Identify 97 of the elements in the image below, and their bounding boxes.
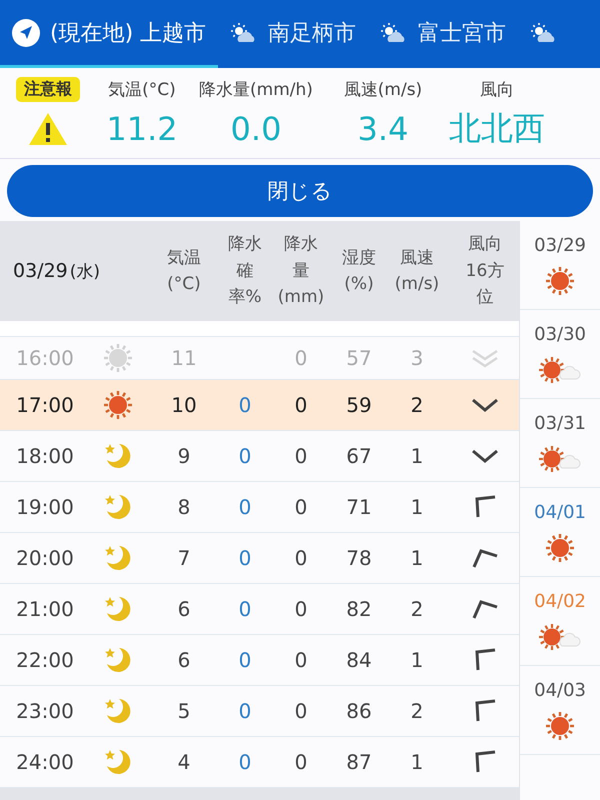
temperature-cell-text: 11	[170, 346, 198, 370]
temperature-cell-text: 5	[176, 699, 192, 723]
day-date: 03/29	[534, 234, 586, 256]
humidity-cell-text: 59	[345, 393, 373, 417]
wind-speed-cell-text: 1	[410, 444, 424, 468]
humidity-cell-text: 78	[345, 546, 373, 570]
day-date: 04/01	[534, 502, 586, 522]
time-cell-text: 22:00	[15, 648, 75, 672]
date-heading: 03/29(水)	[12, 259, 102, 284]
column-header: 気温 (°C)	[166, 246, 202, 296]
humidity-cell-text: 84	[345, 648, 373, 672]
precip-probability-cell-text: 0	[238, 393, 252, 417]
wind-speed-cell-text: 1	[410, 495, 424, 519]
precip-amount-cell-text: 0	[294, 750, 308, 774]
precip-amount-cell-text: 0	[294, 495, 308, 519]
summary-label: 風速(m/s)	[342, 78, 424, 102]
crescent-moon-icon	[103, 441, 133, 471]
time-cell-text: 24:00	[15, 750, 75, 774]
precip-probability-cell-text: 0	[238, 444, 252, 468]
humidity-cell-text: 71	[345, 495, 373, 519]
time-cell-text: 20:00	[15, 546, 75, 570]
advisory-badge: 注意報	[16, 76, 80, 102]
time-cell-text: 19:00	[15, 495, 75, 519]
crescent-moon-icon	[103, 696, 133, 726]
precip-probability-cell-text: 0	[238, 495, 252, 519]
wind-speed-cell-text: 1	[410, 750, 424, 774]
temperature-cell-text: 6	[176, 597, 192, 621]
warning-icon	[28, 112, 68, 146]
summary-value: 0.0	[230, 109, 282, 150]
day-date: 03/30	[534, 324, 586, 344]
column-header: 降水 量 (mm)	[276, 233, 326, 310]
precip-probability-cell-text: 0	[238, 597, 252, 621]
humidity-cell-text: 67	[345, 444, 373, 468]
crescent-moon-icon	[103, 747, 133, 777]
day-date: 04/02	[534, 590, 586, 612]
temperature-cell-text: 7	[176, 546, 192, 570]
column-header: 風速 (m/s)	[394, 246, 440, 296]
crescent-moon-icon	[103, 594, 133, 624]
time-cell-text: 23:00	[15, 699, 75, 723]
humidity-cell-text: 82	[345, 597, 373, 621]
day-date: 04/03	[534, 680, 586, 700]
crescent-moon-icon	[103, 492, 133, 522]
precip-amount-cell-text: 0	[294, 444, 308, 468]
sun-and-cloud-icon	[538, 354, 582, 384]
humidity-cell-text: 87	[345, 750, 373, 774]
day-date: 03/31	[534, 412, 586, 434]
wind-speed-cell-text: 1	[410, 546, 424, 570]
sun-icon	[545, 710, 576, 740]
column-header: 風向 16方 位	[464, 233, 506, 310]
humidity-cell-text: 57	[345, 346, 373, 370]
column-header: 湿度 (%)	[341, 246, 377, 296]
summary-value: 北北西	[448, 108, 546, 149]
wind-speed-cell-text: 1	[410, 648, 424, 672]
city-tab[interactable]: 富士宮市	[368, 0, 518, 68]
time-cell-text: 18:00	[15, 444, 75, 468]
precip-probability-cell-text: 0	[238, 546, 252, 570]
precip-amount-cell-text: 0	[294, 393, 308, 417]
temperature-cell-text: 4	[176, 750, 192, 774]
summary-value: 3.4	[356, 109, 410, 150]
wind-speed-cell-text: 2	[410, 393, 424, 417]
precip-amount-cell-text: 0	[294, 648, 308, 672]
precip-probability-cell-text: 0	[238, 648, 252, 672]
precip-probability-cell-text: 0	[238, 699, 252, 723]
temperature-cell-text: 9	[176, 444, 192, 468]
wind-speed-cell-text: 3	[410, 346, 424, 370]
sun-and-cloud-icon	[538, 444, 582, 474]
sun-and-cloud-icon	[538, 622, 582, 652]
summary-label: 気温(°C)	[107, 78, 177, 102]
summary-label: 風向	[479, 78, 515, 102]
summary-value: 11.2	[105, 109, 179, 150]
city-tab[interactable]: 南足柄市	[218, 0, 368, 68]
precip-amount-cell-text: 0	[294, 546, 308, 570]
precip-amount-cell-text: 0	[294, 699, 308, 723]
column-header: 降水 確率%	[227, 233, 263, 310]
crescent-moon-icon	[103, 645, 133, 675]
humidity-cell-text: 86	[345, 699, 373, 723]
time-cell-text: 16:00	[15, 346, 75, 370]
wind-speed-cell-text: 2	[410, 699, 424, 723]
sun-icon	[545, 532, 576, 562]
precip-amount-cell-text: 0	[294, 597, 308, 621]
sun-icon	[103, 343, 133, 373]
sun-icon	[545, 266, 576, 296]
close-button[interactable]: 閉じる	[7, 165, 593, 217]
temperature-cell-text: 8	[176, 495, 192, 519]
temperature-cell-text: 6	[176, 648, 192, 672]
tab-label: 富士宮市	[418, 20, 506, 48]
crescent-moon-icon	[103, 543, 133, 573]
time-cell-text: 17:00	[15, 393, 75, 417]
sun-icon	[103, 390, 133, 420]
summary-label: 降水量(mm/h)	[198, 78, 314, 102]
precip-amount-cell-text: 0	[294, 346, 308, 370]
precip-probability-cell-text: 0	[238, 750, 252, 774]
tab-label: 南足柄市	[268, 20, 356, 48]
tab-label: (現在地) 上越市	[50, 20, 206, 48]
wind-speed-cell-text: 2	[410, 597, 424, 621]
time-cell-text: 21:00	[15, 597, 75, 621]
temperature-cell-text: 10	[170, 393, 198, 417]
